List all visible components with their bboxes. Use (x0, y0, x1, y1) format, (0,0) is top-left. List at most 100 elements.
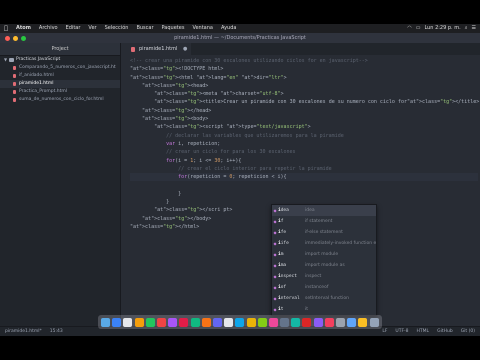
dock-app-icon[interactable] (112, 317, 122, 327)
code-line[interactable]: "at">class="tg"><html "at">lang="en" "at… (130, 74, 478, 82)
code-line[interactable]: "at">class="tg"><body> (130, 115, 478, 123)
autocomplete-item[interactable]: ◆ interval setInterval function (272, 293, 376, 304)
menu-list-icon[interactable]: ☰ (472, 24, 476, 33)
code-line[interactable]: "at">class="tg"></head> (130, 107, 478, 115)
project-header[interactable]: Project (0, 43, 120, 56)
tree-file-label: Comparando_5_numeros_con_javascript.ht (19, 65, 116, 70)
dock-app-icon[interactable] (280, 317, 290, 327)
autocomplete-item[interactable]: ◆ it it (272, 304, 376, 315)
battery-icon[interactable]: ▭ (416, 24, 421, 33)
autocomplete-description: instanceof (305, 285, 329, 290)
dock-app-icon[interactable] (201, 317, 211, 327)
clock[interactable]: Lun 2:29 p. m. (424, 24, 460, 33)
autocomplete-item[interactable]: ◆iifeimmediately-invoked function expres… (272, 238, 376, 249)
tree-file-item[interactable]: if_anidado.html (0, 72, 120, 80)
autocomplete-item[interactable]: ◆ if if statement (272, 216, 376, 227)
autocomplete-item[interactable]: ◆ ima import module as (272, 260, 376, 271)
status-encoding[interactable]: UTF-8 (395, 327, 408, 336)
code-line[interactable]: "at">class="tg"><head> (130, 82, 478, 90)
dock-app-icon[interactable] (369, 317, 379, 327)
tree-root-folder[interactable]: ▼ Practicas JavaScript (0, 56, 120, 64)
dock-app-icon[interactable] (157, 317, 167, 327)
dock-app-icon[interactable] (145, 317, 155, 327)
menu-ver[interactable]: Ver (84, 24, 100, 33)
dock-app-icon[interactable] (224, 317, 234, 327)
code-line[interactable]: "at">class="tg"><!DOCTYPE html> (130, 65, 478, 73)
code-line[interactable]: for(i = 1; i <= 30; i++){ (130, 157, 478, 165)
dock-app-icon[interactable] (268, 317, 278, 327)
dock-app-icon[interactable] (336, 317, 346, 327)
code-line[interactable] (130, 181, 478, 189)
code-line[interactable]: // crear el ciclo interior para repetir … (130, 165, 478, 173)
wifi-icon[interactable]: ◠ (407, 24, 411, 33)
dock-app-icon[interactable] (257, 317, 267, 327)
autocomplete-item[interactable]: ◆ idea idea (272, 205, 376, 216)
autocomplete-word: ife (278, 230, 287, 235)
code-line[interactable]: } (130, 190, 478, 198)
menu-buscar[interactable]: Buscar (132, 24, 157, 33)
html-file-icon (13, 66, 16, 70)
dock-app-icon[interactable] (134, 317, 144, 327)
status-grammar[interactable]: HTML (417, 327, 430, 336)
code-line[interactable]: <!-- crear una piramide con 30 escalones… (130, 57, 478, 65)
dock-app-icon[interactable] (101, 317, 111, 327)
tree-file-item[interactable]: Comparando_5_numeros_con_javascript.ht (0, 64, 120, 72)
dock-app-icon[interactable] (212, 317, 222, 327)
code-line[interactable]: "at">class="tg"><meta "at">charset="utf-… (130, 90, 478, 98)
dock-app-icon[interactable] (358, 317, 368, 327)
tree-file-item[interactable]: Practica_Prompt.html (0, 88, 120, 96)
dock-app-icon[interactable] (324, 317, 334, 327)
project-tree-view: Project ▼ Practicas JavaScript Comparand… (0, 43, 121, 326)
autocomplete-description: immediately-invoked function expression (305, 241, 376, 246)
close-icon[interactable]: ● (183, 43, 187, 55)
tree-file-label: if_anidado.html (19, 73, 54, 78)
autocomplete-word: interval (278, 296, 300, 301)
dock-app-icon[interactable] (291, 317, 301, 327)
code-line[interactable]: // crear un ciclo for para los 30 escalo… (130, 148, 478, 156)
autocomplete-word: ima (278, 263, 287, 268)
autocomplete-item[interactable]: ◆ iof instanceof (272, 282, 376, 293)
dock-app-icon[interactable] (347, 317, 357, 327)
menu-seleccion[interactable]: Selección (101, 24, 133, 33)
dock-app-icon[interactable] (302, 317, 312, 327)
autocomplete-description: idea (305, 208, 315, 213)
dock-app-icon[interactable] (246, 317, 256, 327)
status-git[interactable]: Git (0) (461, 327, 475, 336)
autocomplete-description: import module (305, 252, 339, 257)
code-line[interactable]: "at">class="tg"><script "at">type="text/… (130, 123, 478, 131)
apple-icon[interactable]:  (0, 24, 12, 33)
status-cursor-position[interactable]: 15:43 (50, 327, 63, 336)
menu-paquetes[interactable]: Paquetes (158, 24, 189, 33)
autocomplete-description: import module as (305, 263, 345, 268)
search-icon[interactable]: ⌕ (465, 24, 468, 33)
autocomplete-word: iife (278, 241, 289, 246)
dock-app-icon[interactable] (235, 317, 245, 327)
status-github[interactable]: GitHub (437, 327, 453, 336)
code-line[interactable]: for(repeticion = 0; repeticion < i){ (130, 173, 478, 182)
status-file[interactable]: piramide1.html* (5, 327, 42, 336)
code-line[interactable]: // declarar las variables que utilizarem… (130, 132, 478, 140)
menu-archivo[interactable]: Archivo (35, 24, 62, 33)
dock-app-icon[interactable] (168, 317, 178, 327)
menu-editar[interactable]: Editar (62, 24, 85, 33)
autocomplete-item[interactable]: ◆ ife if-else statement (272, 227, 376, 238)
html-file-icon (13, 74, 16, 78)
autocomplete-item[interactable]: ◆ im import module (272, 249, 376, 260)
menu-ayuda[interactable]: Ayuda (217, 24, 240, 33)
html-file-icon (13, 82, 16, 86)
code-line[interactable]: "at">class="tg"><title>Crear un piramide… (130, 98, 479, 106)
tree-file-item[interactable]: piramide1.html (0, 80, 120, 88)
autocomplete-word: inspect (278, 274, 297, 279)
dock-app-icon[interactable] (179, 317, 189, 327)
status-line-ending[interactable]: LF (382, 327, 387, 336)
menu-ventana[interactable]: Ventana (188, 24, 217, 33)
tree-file-item[interactable]: suma_de_numeros_con_ciclo_for.html (0, 96, 120, 104)
autocomplete-item[interactable]: ◆ inspect inspect (272, 271, 376, 282)
tab-piramide1[interactable]: piramide1.html ● (121, 43, 192, 55)
code-line[interactable]: var i, repeticion; (130, 140, 478, 148)
dock-app-icon[interactable] (123, 317, 133, 327)
dock-app-icon[interactable] (313, 317, 323, 327)
menu-app-name[interactable]: Atom (12, 24, 35, 33)
dock-app-icon[interactable] (190, 317, 200, 327)
autocomplete-description: it (305, 307, 309, 312)
